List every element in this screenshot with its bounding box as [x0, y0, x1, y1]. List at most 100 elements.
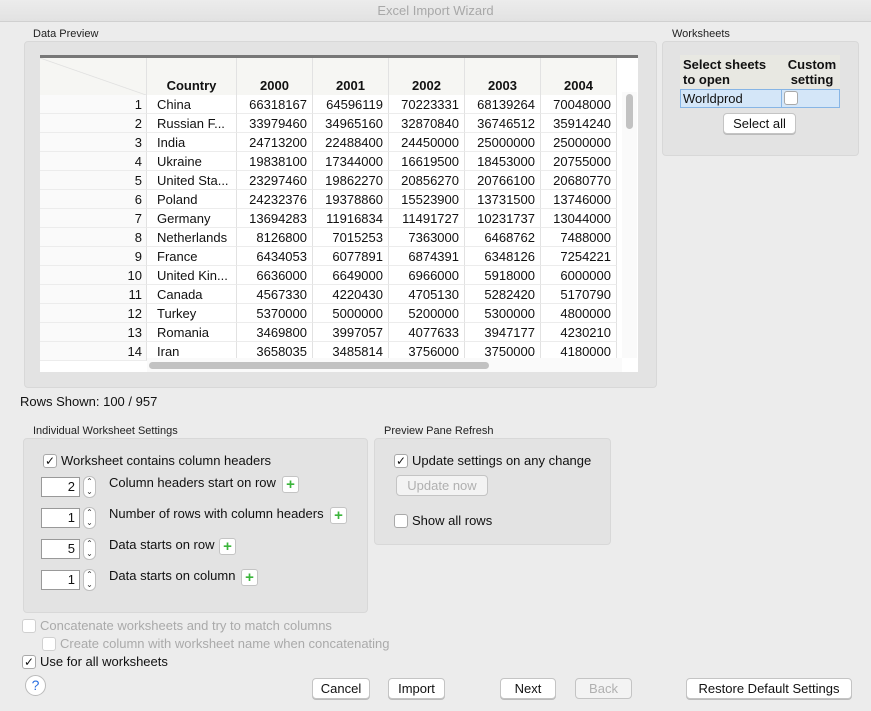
cell-value: 7254221: [541, 247, 617, 266]
add-icon[interactable]: +: [219, 538, 236, 555]
stepper[interactable]: ⌃ ⌄: [83, 476, 96, 498]
rows-shown: Rows Shown: 100 / 957: [20, 394, 158, 409]
cell-value: 6348126: [465, 247, 541, 266]
use-all-worksheets-checkbox[interactable]: ✓: [22, 655, 36, 669]
row-number: 10: [40, 266, 147, 285]
cell-value: 6468762: [465, 228, 541, 247]
import-button[interactable]: Import: [388, 678, 445, 699]
concatenate-checkbox[interactable]: [22, 619, 36, 633]
cell-value: 19378860: [313, 190, 389, 209]
update-any-change-label: Update settings on any change: [412, 453, 592, 468]
add-icon[interactable]: +: [241, 569, 258, 586]
row-number: 6: [40, 190, 147, 209]
field-input[interactable]: 1: [41, 508, 80, 528]
cell-value: 33979460: [237, 114, 313, 133]
cell-country: Germany: [147, 209, 237, 228]
cell-value: 22488400: [313, 133, 389, 152]
cell-value: 24450000: [389, 133, 465, 152]
cell-value: 17344000: [313, 152, 389, 171]
cell-value: 6636000: [237, 266, 313, 285]
cell-value: 4567330: [237, 285, 313, 304]
row-number: 7: [40, 209, 147, 228]
add-icon[interactable]: +: [330, 507, 347, 524]
next-button[interactable]: Next: [500, 678, 556, 699]
column-header[interactable]: 2002: [389, 58, 465, 95]
field-label: Data starts on row: [109, 537, 215, 552]
cell-value: 3947177: [465, 323, 541, 342]
cell-value: 20856270: [389, 171, 465, 190]
cell-value: 25000000: [541, 133, 617, 152]
cell-value: 5282420: [465, 285, 541, 304]
preview-refresh-label: Preview Pane Refresh: [384, 425, 494, 437]
row-number: 4: [40, 152, 147, 171]
cell-value: 4800000: [541, 304, 617, 323]
cell-value: 25000000: [465, 133, 541, 152]
cell-country: France: [147, 247, 237, 266]
row-number: 9: [40, 247, 147, 266]
field-input[interactable]: 2: [41, 477, 80, 497]
column-header[interactable]: Country: [147, 58, 237, 95]
worksheets-label: Worksheets: [672, 28, 730, 40]
custom-setting-checkbox[interactable]: [784, 91, 798, 105]
contains-headers-label: Worksheet contains column headers: [61, 453, 272, 468]
update-any-change-checkbox[interactable]: ✓: [394, 454, 408, 468]
cell-value: 6434053: [237, 247, 313, 266]
cell-value: 6966000: [389, 266, 465, 285]
data-preview-table[interactable]: Country 2000 2001 2002 2003 2004 1 China 6631816…: [40, 55, 638, 372]
worksheet-row[interactable]: Worldprod: [680, 89, 840, 108]
cell-value: 15523900: [389, 190, 465, 209]
data-preview-label: Data Preview: [33, 28, 99, 40]
cell-value: 8126800: [237, 228, 313, 247]
horizontal-scrollbar[interactable]: [147, 358, 622, 372]
row-number: 12: [40, 304, 147, 323]
cell-value: 7488000: [541, 228, 617, 247]
stepper[interactable]: ⌃ ⌄: [83, 538, 96, 560]
vertical-scroll-thumb[interactable]: [626, 94, 633, 129]
cell-value: 4077633: [389, 323, 465, 342]
field-label: Data starts on column: [109, 568, 236, 583]
field-input[interactable]: 1: [41, 570, 80, 590]
help-icon[interactable]: ?: [25, 675, 46, 696]
cell-value: 5200000: [389, 304, 465, 323]
horizontal-scroll-thumb[interactable]: [149, 362, 489, 369]
cell-value: 11491727: [389, 209, 465, 228]
row-number: 14: [40, 342, 147, 361]
add-icon[interactable]: +: [282, 476, 299, 493]
cell-value: 24232376: [237, 190, 313, 209]
column-header[interactable]: 2003: [465, 58, 541, 95]
field-input[interactable]: 5: [41, 539, 80, 559]
cell-value: 4230210: [541, 323, 617, 342]
cell-country: India: [147, 133, 237, 152]
worksheet-name: Worldprod: [683, 91, 743, 106]
contains-headers-checkbox[interactable]: ✓: [43, 454, 57, 468]
column-header[interactable]: 2000: [237, 58, 313, 95]
row-number: 1: [40, 95, 147, 114]
cancel-button[interactable]: Cancel: [312, 678, 370, 699]
stepper[interactable]: ⌃ ⌄: [83, 569, 96, 591]
cell-value: 5918000: [465, 266, 541, 285]
cell-value: 5000000: [313, 304, 389, 323]
cell-value: 36746512: [465, 114, 541, 133]
window-title: Excel Import Wizard: [0, 0, 871, 22]
show-all-rows-checkbox[interactable]: [394, 514, 408, 528]
worksheet-settings-label: Individual Worksheet Settings: [33, 425, 178, 437]
column-header[interactable]: 2004: [541, 58, 617, 95]
cell-value: 6077891: [313, 247, 389, 266]
cell-value: 5370000: [237, 304, 313, 323]
restore-defaults-button[interactable]: Restore Default Settings: [686, 678, 852, 699]
row-number: 11: [40, 285, 147, 304]
cell-value: 6000000: [541, 266, 617, 285]
cell-value: 4220430: [313, 285, 389, 304]
stepper[interactable]: ⌃ ⌄: [83, 507, 96, 529]
cell-value: 18453000: [465, 152, 541, 171]
corner-header: [40, 58, 147, 95]
cell-country: China: [147, 95, 237, 114]
back-button[interactable]: Back: [575, 678, 632, 699]
select-all-button[interactable]: Select all: [723, 113, 796, 134]
column-header[interactable]: 2001: [313, 58, 389, 95]
update-now-button[interactable]: Update now: [396, 475, 488, 496]
create-column-checkbox[interactable]: [42, 637, 56, 651]
vertical-scrollbar[interactable]: [622, 92, 637, 358]
cell-value: 6649000: [313, 266, 389, 285]
col-select-header: Select sheets to open: [683, 57, 767, 87]
